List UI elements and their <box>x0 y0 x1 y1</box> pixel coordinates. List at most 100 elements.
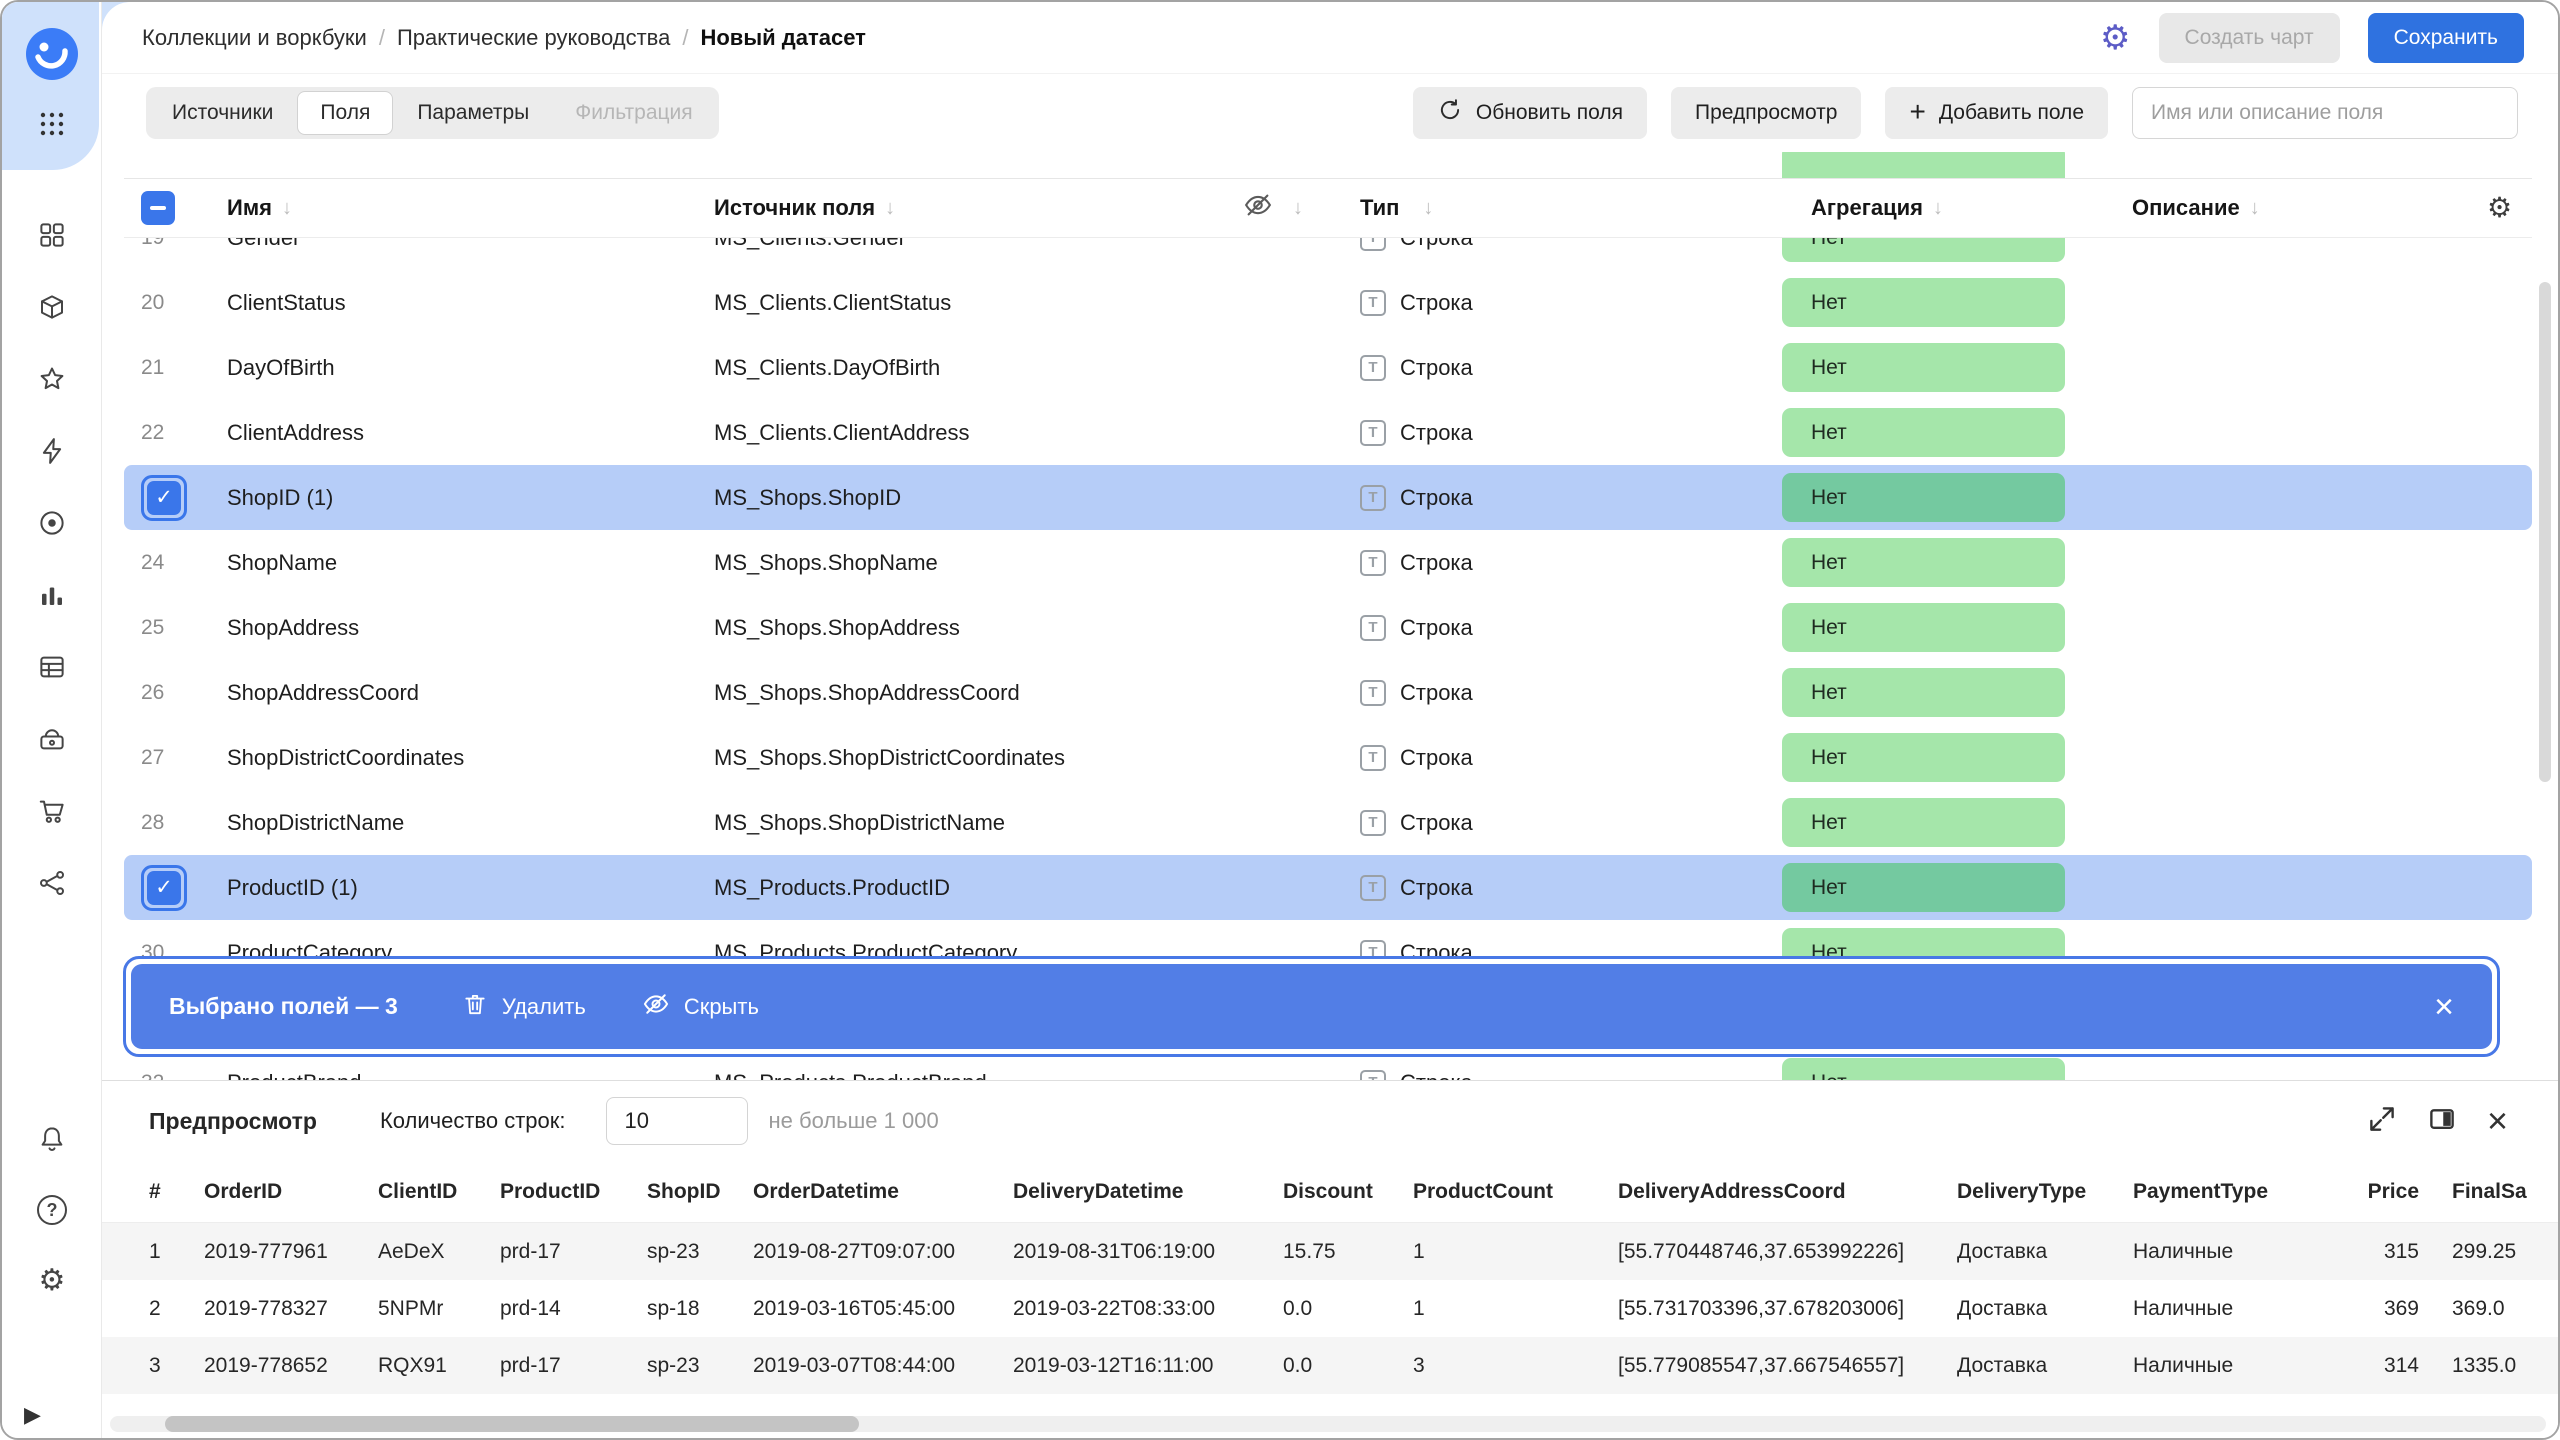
save-button[interactable]: Сохранить <box>2368 13 2524 63</box>
field-type[interactable]: T Строка <box>1332 745 1782 771</box>
field-name[interactable]: ShopAddressCoord <box>210 680 714 706</box>
row-select-cell[interactable]: 27 ✓ <box>124 746 210 770</box>
flash-icon[interactable] <box>37 436 67 466</box>
services-grid-icon[interactable] <box>38 110 66 143</box>
aggregation-select[interactable]: Нет <box>1782 538 2065 587</box>
row-select-cell[interactable]: 22 ✓ <box>124 421 210 445</box>
field-row[interactable]: 27 ✓ ShopDistrictCoordinates MS_Shops.Sh… <box>124 725 2532 790</box>
field-search-input[interactable] <box>2132 87 2518 139</box>
field-type[interactable]: T Строка <box>1332 485 1782 511</box>
dataset-settings-gear-icon[interactable]: ⚙ <box>2100 21 2130 55</box>
row-select-cell[interactable]: 26 ✓ <box>124 681 210 705</box>
vertical-scrollbar-thumb[interactable] <box>2539 282 2551 782</box>
aggregation-select[interactable]: Нет <box>1782 733 2065 782</box>
expand-preview-icon[interactable] <box>2367 1104 2397 1139</box>
marketplace-cart-icon[interactable] <box>37 796 67 826</box>
row-select-cell[interactable]: 32 ✓ <box>124 1071 210 1081</box>
tab-sources[interactable]: Источники <box>150 91 295 135</box>
row-select-cell[interactable]: 20 ✓ <box>124 291 210 315</box>
refresh-fields-button[interactable]: Обновить поля <box>1413 87 1647 139</box>
field-aggregation[interactable]: Нет <box>1782 1058 2132 1080</box>
aggregation-select[interactable]: Нет <box>1782 408 2065 457</box>
row-checkbox[interactable]: ✓ <box>141 475 187 521</box>
field-type[interactable]: T Строка <box>1332 355 1782 381</box>
tab-fields[interactable]: Поля <box>297 91 393 135</box>
field-name[interactable]: ShopAddress <box>210 615 714 641</box>
field-aggregation[interactable]: Нет <box>1782 343 2132 392</box>
field-aggregation[interactable]: Нет <box>1782 733 2132 782</box>
field-name[interactable]: ClientAddress <box>210 420 714 446</box>
column-header-description[interactable]: Описание ↓ <box>2132 195 2462 221</box>
horizontal-scrollbar[interactable] <box>110 1416 2546 1432</box>
field-aggregation[interactable]: Нет <box>1782 798 2132 847</box>
column-header-aggregation[interactable]: Агрегация ↓ <box>1782 195 2132 221</box>
help-icon[interactable]: ? <box>37 1195 67 1225</box>
close-preview-icon[interactable]: × <box>2487 1103 2508 1139</box>
field-row[interactable]: 23 ✓ ShopID (1) MS_Shops.ShopID T Строка… <box>124 465 2532 530</box>
field-source[interactable]: MS_Shops.ShopID <box>714 485 1212 511</box>
monitoring-icon[interactable] <box>37 508 67 538</box>
field-source[interactable]: MS_Shops.ShopDistrictName <box>714 810 1212 836</box>
field-name[interactable]: DayOfBirth <box>210 355 714 381</box>
field-type[interactable]: T Строка <box>1332 680 1782 706</box>
row-checkbox[interactable]: ✓ <box>141 865 187 911</box>
field-source[interactable]: MS_Products.ProductID <box>714 875 1212 901</box>
field-source[interactable]: MS_Clients.DayOfBirth <box>714 355 1212 381</box>
field-source[interactable]: MS_Shops.ShopAddressCoord <box>714 680 1212 706</box>
table-settings-gear-icon[interactable]: ⚙ <box>2487 192 2512 223</box>
aggregation-select[interactable]: Нет <box>1782 863 2065 912</box>
aggregation-select[interactable]: Нет <box>1782 278 2065 327</box>
field-row[interactable]: 29 ✓ ProductID (1) MS_Products.ProductID… <box>124 855 2532 920</box>
field-name[interactable]: ClientStatus <box>210 290 714 316</box>
split-view-icon[interactable] <box>2427 1104 2457 1139</box>
field-source[interactable]: MS_Clients.ClientStatus <box>714 290 1212 316</box>
field-type[interactable]: T Строка <box>1332 615 1782 641</box>
field-type[interactable]: T Строка <box>1332 875 1782 901</box>
field-type[interactable]: T Строка <box>1332 550 1782 576</box>
add-field-button[interactable]: + Добавить поле <box>1885 87 2108 139</box>
aggregation-select[interactable]: Нет <box>1782 603 2065 652</box>
field-source[interactable]: MS_Shops.ShopAddress <box>714 615 1212 641</box>
field-row[interactable]: 26 ✓ ShopAddressCoord MS_Shops.ShopAddre… <box>124 660 2532 725</box>
field-source[interactable]: MS_Clients.ClientAddress <box>714 420 1212 446</box>
tables-icon[interactable] <box>37 652 67 682</box>
field-row[interactable]: 21 ✓ DayOfBirth MS_Clients.DayOfBirth T … <box>124 335 2532 400</box>
apps-grid-icon[interactable] <box>37 220 67 250</box>
field-row[interactable]: 24 ✓ ShopName MS_Shops.ShopName T Строка… <box>124 530 2532 595</box>
field-type[interactable]: T Строка <box>1332 1070 1782 1081</box>
charts-bar-icon[interactable] <box>37 580 67 610</box>
aggregation-select[interactable]: Нет <box>1782 343 2065 392</box>
aggregation-select[interactable]: Нет <box>1782 798 2065 847</box>
expand-sidebar-button[interactable]: ▶ <box>24 1402 41 1428</box>
column-header-type[interactable]: Тип ↓ <box>1332 195 1782 221</box>
field-aggregation[interactable]: Нет <box>1782 603 2132 652</box>
row-select-cell[interactable]: 28 ✓ <box>124 811 210 835</box>
field-row[interactable]: 20 ✓ ClientStatus MS_Clients.ClientStatu… <box>124 270 2532 335</box>
breadcrumb-item[interactable]: Новый датасет <box>700 25 865 51</box>
field-type[interactable]: T Строка <box>1332 420 1782 446</box>
field-aggregation[interactable]: Нет <box>1782 408 2132 457</box>
flows-icon[interactable] <box>37 868 67 898</box>
field-type[interactable]: T Строка <box>1332 810 1782 836</box>
column-header-name[interactable]: Имя ↓ <box>210 195 714 221</box>
field-name[interactable]: ShopDistrictName <box>210 810 714 836</box>
field-type[interactable]: T Строка <box>1332 290 1782 316</box>
row-select-cell[interactable]: 23 ✓ <box>124 475 210 521</box>
aggregation-select[interactable]: Нет <box>1782 473 2065 522</box>
column-header-visibility[interactable]: ↓ <box>1212 190 1332 226</box>
breadcrumb-item[interactable]: Практические руководства <box>397 25 670 51</box>
aggregation-select[interactable]: Нет <box>1782 1058 2065 1080</box>
field-source[interactable]: MS_Shops.ShopDistrictCoordinates <box>714 745 1212 771</box>
field-row[interactable]: 22 ✓ ClientAddress MS_Clients.ClientAddr… <box>124 400 2532 465</box>
aggregation-select[interactable]: Нет <box>1782 668 2065 717</box>
row-select-cell[interactable]: 25 ✓ <box>124 616 210 640</box>
field-row[interactable]: 28 ✓ ShopDistrictName MS_Shops.ShopDistr… <box>124 790 2532 855</box>
sidebar-gear-icon[interactable]: ⚙ <box>39 1266 66 1296</box>
field-name[interactable]: ShopDistrictCoordinates <box>210 745 714 771</box>
field-name[interactable]: ShopID (1) <box>210 485 714 511</box>
field-name[interactable]: ProductID (1) <box>210 875 714 901</box>
workbooks-icon[interactable] <box>37 292 67 322</box>
field-source[interactable]: MS_Products.ProductBrand <box>714 1070 1212 1081</box>
field-aggregation[interactable]: Нет <box>1782 278 2132 327</box>
row-select-cell[interactable]: 21 ✓ <box>124 356 210 380</box>
